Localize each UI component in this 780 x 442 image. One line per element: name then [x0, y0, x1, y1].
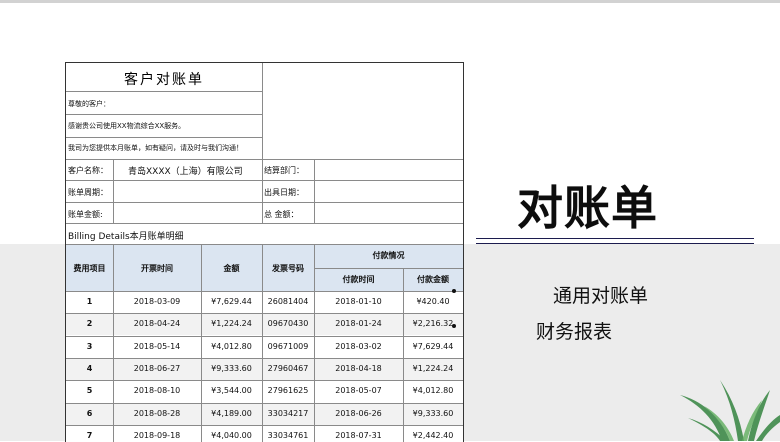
cell-amount: ¥4,012.80	[211, 341, 252, 351]
col-invoice-no-header: 发票号码	[272, 264, 304, 273]
cell-invoice-no: 27961625	[267, 386, 309, 396]
title-rule-bottom	[476, 243, 754, 244]
cell-invoice-no: 27960467	[267, 363, 309, 373]
sheet-title: 客户对账单	[124, 72, 204, 88]
col-payment-group-header: 付款情况	[372, 251, 405, 260]
cell-invoice-no: 26081404	[267, 297, 309, 306]
cell-invoice-time: 2018-09-18	[133, 430, 181, 440]
cell-item: 7	[86, 430, 93, 440]
cell-item: 6	[86, 408, 93, 418]
col-pay-amount-header: 付款金额	[417, 275, 449, 284]
cell-pay-amount: ¥4,012.80	[412, 386, 454, 396]
title-block-divider	[262, 63, 263, 159]
col-invoice-time-header: 开票时间	[141, 264, 173, 273]
grid-line	[66, 402, 463, 404]
period-label: 账单周期：	[68, 188, 108, 197]
title-rule-top	[476, 238, 754, 239]
grid-line	[66, 180, 463, 181]
issue-date-label: 出具日期：	[264, 188, 304, 197]
cell-pay-time: 2018-04-18	[335, 363, 382, 373]
grid-line	[66, 137, 262, 138]
amount-label: 账单金额:	[68, 210, 103, 219]
grid-line	[314, 159, 315, 223]
cell-pay-amount: ¥7,629.44	[412, 341, 454, 351]
subtitle-general-statement: 通用对账单	[553, 285, 649, 307]
cell-invoice-time: 2018-03-09	[133, 297, 181, 306]
cell-amount: ¥7,629.44	[211, 297, 252, 306]
cell-pay-time: 2018-03-02	[335, 341, 382, 351]
cell-pay-amount: ¥9,333.60	[412, 408, 454, 418]
grid-line	[66, 202, 463, 203]
cell-pay-amount: ¥420.40	[416, 297, 450, 306]
grid-line	[66, 291, 463, 292]
cell-invoice-no: 09671009	[267, 341, 309, 351]
statement-sheet: 客户对账单 尊敬的客户： 感谢贵公司使用XX物流综合XX服务。 我司为您提供本月…	[65, 62, 464, 442]
cell-invoice-time: 2018-06-27	[133, 363, 181, 373]
cell-amount: ¥1,224.24	[211, 319, 252, 329]
page-title: 对账单	[517, 181, 658, 235]
cell-amount: ¥4,040.00	[211, 430, 252, 440]
thanks-text: 感谢贵公司使用XX物流综合XX服务。	[68, 122, 186, 130]
cell-item: 2	[86, 319, 93, 329]
cell-invoice-time: 2018-04-24	[133, 319, 181, 329]
cell-invoice-time: 2018-08-28	[133, 408, 181, 418]
grid-line	[66, 313, 463, 315]
cell-pay-amount: ¥1,224.24	[412, 363, 454, 373]
cell-item: 1	[86, 297, 93, 306]
cell-invoice-time: 2018-08-10	[133, 386, 181, 396]
grid-line	[66, 424, 463, 426]
grid-line	[66, 335, 463, 337]
cell-invoice-no: 09670430	[267, 319, 309, 329]
customer-value: 青岛XXXX（上海）有限公司	[128, 167, 243, 177]
col-pay-time-header: 付款时间	[342, 275, 375, 284]
grid-line	[66, 159, 463, 160]
grid-line	[66, 91, 262, 92]
total-label: 总 金额：	[264, 210, 299, 219]
palm-leaf-decoration	[680, 380, 780, 441]
cell-item: 3	[86, 341, 93, 351]
cell-pay-time: 2018-07-31	[335, 430, 382, 440]
cell-pay-time: 2018-06-26	[335, 408, 382, 418]
cell-amount: ¥4,189.00	[211, 408, 252, 418]
cell-pay-time: 2018-05-07	[335, 386, 382, 396]
grid-line	[262, 159, 263, 223]
selection-handle-top[interactable]	[452, 289, 456, 293]
cell-invoice-no: 33034217	[267, 408, 309, 418]
customer-label: 客户名称：	[68, 166, 108, 175]
grid-line	[66, 357, 463, 359]
cell-pay-time: 2018-01-24	[335, 319, 382, 329]
top-divider	[0, 0, 780, 3]
cell-pay-amount: ¥2,442.40	[412, 430, 454, 440]
billing-caption: Billing Details本月账单明细	[68, 232, 184, 242]
cell-item: 5	[86, 386, 93, 396]
cell-item: 4	[86, 363, 93, 373]
cell-invoice-time: 2018-05-14	[133, 341, 181, 351]
cell-amount: ¥3,544.00	[211, 386, 252, 396]
subtitle-financial-report: 财务报表	[536, 321, 613, 343]
cell-amount: ¥9,333.60	[211, 363, 252, 373]
grid-line	[66, 114, 262, 115]
cell-invoice-no: 33034761	[267, 430, 309, 440]
col-item-header: 费用项目	[73, 264, 106, 273]
dept-label: 结算部门：	[264, 166, 304, 175]
greeting-text: 尊敬的客户：	[68, 100, 110, 108]
col-amount-header: 金额	[223, 264, 240, 273]
grid-line	[314, 268, 463, 269]
grid-line	[66, 380, 463, 382]
grid-line	[66, 223, 463, 224]
notice-text: 我司为您提供本月账单，如有疑问，请及时与我们沟通！	[68, 144, 243, 152]
cell-pay-time: 2018-01-10	[335, 297, 382, 306]
selection-handle-mid[interactable]	[452, 324, 456, 328]
grid-line	[113, 159, 114, 223]
